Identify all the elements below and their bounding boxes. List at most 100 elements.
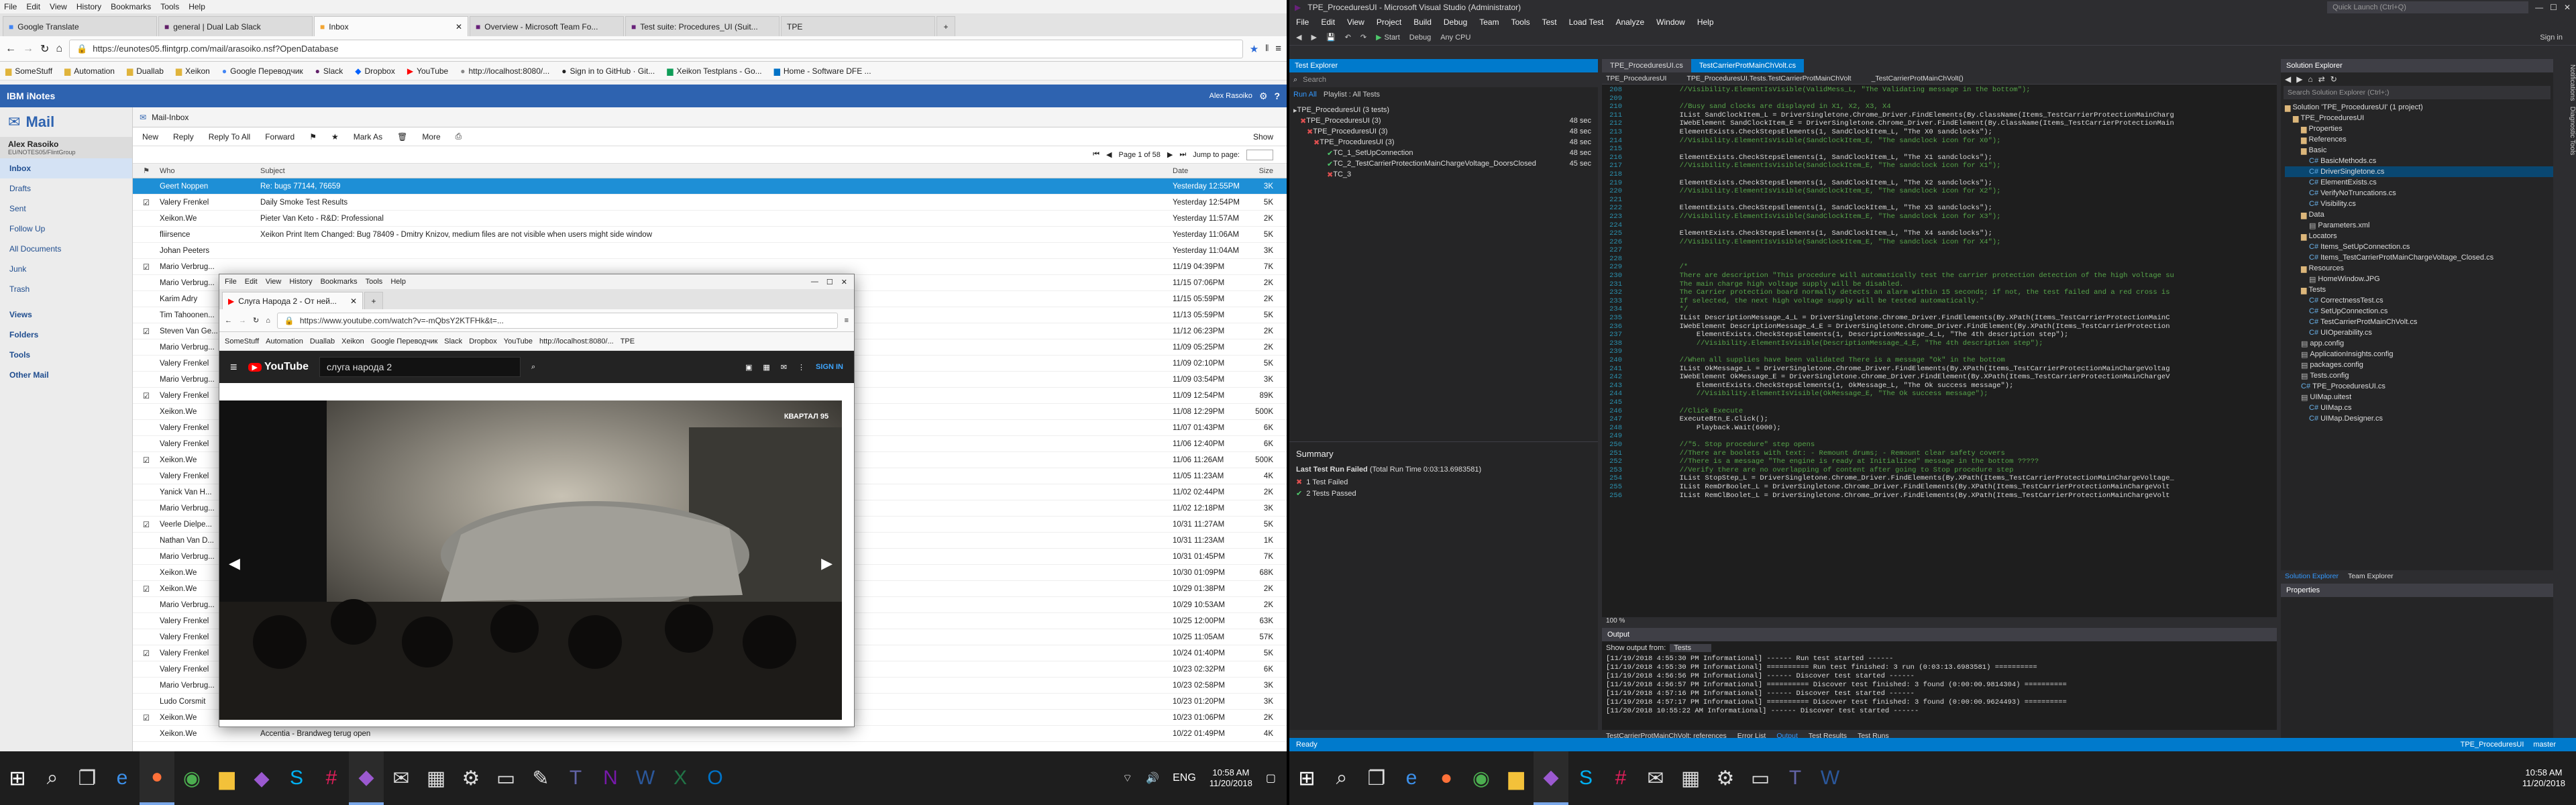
row-checkbox[interactable]: ☑ (133, 327, 160, 336)
back-icon[interactable]: ◀ (2285, 74, 2291, 84)
solution-tree-item[interactable]: ▤ app.config (2285, 338, 2553, 349)
windows-start-icon[interactable]: ⊞ (0, 751, 35, 805)
solution-tree-item[interactable]: C# UIOperability.cs (2285, 327, 2553, 338)
menu-help[interactable]: Help (189, 2, 205, 11)
doc-tab[interactable]: TPE_ProceduresUI.cs (1602, 59, 1691, 72)
video-camera-icon[interactable]: ▣ (745, 363, 752, 372)
solution-tree-item[interactable]: C# Items_SetUpConnection.cs (2285, 241, 2553, 252)
vs-menu-item[interactable]: Team (1479, 17, 1499, 27)
solution-tree-item[interactable]: ▆ References (2285, 134, 2553, 145)
slack-icon[interactable]: # (314, 751, 349, 805)
menu-bookmarks[interactable]: Bookmarks (321, 278, 358, 286)
word-icon[interactable]: W (628, 751, 663, 805)
test-group[interactable]: ✖ TPE_ProceduresUI (3) 48 sec (1293, 126, 1598, 137)
solution-tree-item[interactable]: C# TestCarrierProtMainChVolt.cs (2285, 317, 2553, 327)
solution-tree-item[interactable]: C# UIMap.Designer.cs (2285, 413, 2553, 424)
row-checkbox[interactable]: ☑ (133, 198, 160, 207)
settings-icon[interactable]: ⚙ (453, 751, 488, 805)
bookmark-item[interactable]: ● Sign in to GitHub · Git... (561, 66, 655, 76)
solution-search-input[interactable]: Search Solution Explorer (Ctrl+;) (2284, 86, 2551, 99)
library-icon[interactable]: ⫼ (1265, 44, 1269, 53)
home-icon[interactable]: ⌂ (56, 43, 62, 55)
col-date[interactable]: Date (1173, 167, 1246, 175)
test-item-passed[interactable]: ✔ TC_2_TestCarrierProtectionMainChargeVo… (1293, 158, 1598, 169)
menu-edit[interactable]: Edit (245, 278, 258, 286)
member-dropdown[interactable]: _TestCarrierProtMainChVolt() (1872, 74, 1964, 83)
row-checkbox[interactable]: ☑ (133, 391, 160, 400)
firefox-icon[interactable]: ● (140, 751, 174, 805)
nav-junk[interactable]: Junk (0, 259, 132, 279)
mail-row[interactable]: Johan Peeters Yesterday 11:04AM 3K (133, 243, 1287, 259)
vs-window-icon[interactable]: ◆ (349, 751, 384, 805)
volume-icon[interactable]: 🔊 (1146, 771, 1159, 785)
playlist-select[interactable]: Playlist : All Tests (1324, 91, 1380, 99)
menu-view[interactable]: View (266, 278, 282, 286)
video-player[interactable]: КВАРТАЛ 95 ◀ ▶ (219, 400, 842, 720)
prev-page-icon[interactable]: ◀ (1106, 150, 1112, 159)
col-who[interactable]: Who (160, 167, 260, 175)
onenote-icon[interactable]: N (593, 751, 628, 805)
minimize-icon[interactable]: — (811, 278, 818, 286)
bookmark-item[interactable]: Google Переводчик (371, 337, 438, 345)
bookmark-item[interactable]: YouTube (504, 337, 533, 345)
test-group[interactable]: ✖ TPE_ProceduresUI (3) 48 sec (1293, 115, 1598, 126)
menu-help[interactable]: Help (390, 278, 406, 286)
bookmark-item[interactable]: ● http://localhost:8080/... (460, 66, 549, 76)
back-icon[interactable]: ◀ (1296, 33, 1301, 42)
solution-tree-item[interactable]: ▆ Locators (2285, 231, 2553, 241)
nav-sent[interactable]: Sent (0, 199, 132, 219)
menu-icon[interactable]: ≡ (1275, 43, 1281, 54)
bookmark-item[interactable]: ▆ Automation (64, 66, 115, 76)
tab-solution-explorer[interactable]: Solution Explorer (2285, 572, 2339, 580)
reply-all-button[interactable]: Reply To All (209, 132, 250, 142)
home-icon[interactable]: ⌂ (266, 317, 270, 325)
search-icon[interactable]: ⌕ (531, 363, 535, 372)
teams-icon[interactable]: T (1778, 751, 1813, 805)
solution-tree-item[interactable]: ▆ Tests (2285, 284, 2553, 295)
explorer-icon[interactable]: ▆ (209, 751, 244, 805)
solution-tree-item[interactable]: ▆ Resources (2285, 263, 2553, 274)
branch-status[interactable]: master (2533, 741, 2556, 749)
show-button[interactable]: Show (1253, 132, 1273, 142)
solution-tree-item[interactable]: C# UIMap.cs (2285, 402, 2553, 413)
sync-icon[interactable]: ⇄ (2318, 74, 2325, 84)
quick-launch-input[interactable]: Quick Launch (Ctrl+Q) (2327, 1, 2529, 13)
print-icon[interactable]: ⎙ (455, 131, 462, 142)
mail-row[interactable]: Geert Noppen Re: bugs 77144, 76659 Yesterd… (133, 178, 1287, 195)
explorer-icon[interactable]: ▆ (1499, 751, 1534, 805)
reload-icon[interactable]: ↻ (40, 42, 49, 56)
youtube-signin-button[interactable]: SIGN IN (816, 363, 843, 371)
vs-menu-item[interactable]: Help (1697, 17, 1714, 27)
vs-menu-item[interactable]: Debug (1444, 17, 1467, 27)
reload-icon[interactable]: ↻ (253, 316, 259, 325)
back-icon[interactable]: ← (5, 43, 16, 55)
first-page-icon[interactable]: ⏮ (1093, 150, 1099, 159)
word-icon[interactable]: W (1813, 751, 1847, 805)
mail-icon[interactable]: ✉ (1638, 751, 1673, 805)
forward-icon[interactable]: ▶ (2296, 74, 2302, 84)
star-icon[interactable]: ★ (331, 132, 339, 142)
maximize-icon[interactable]: ☐ (2550, 3, 2557, 12)
mail-icon[interactable]: ✉ (384, 751, 419, 805)
vs-menu-item[interactable]: Project (1377, 17, 1401, 27)
menu-file[interactable]: File (4, 2, 17, 11)
forward-icon[interactable]: → (239, 317, 246, 325)
vs-menu-item[interactable]: Tools (1511, 17, 1530, 27)
vs-icon[interactable]: ◆ (244, 751, 279, 805)
project-status[interactable]: TPE_ProceduresUI (2461, 741, 2524, 749)
mail-row[interactable]: Xeikon.We Pieter Van Keto - R&D: Professi… (133, 211, 1287, 227)
solution-tree-item[interactable]: C# VerifyNoTruncations.cs (2285, 188, 2553, 199)
close-icon[interactable]: ✕ (841, 278, 847, 286)
nav-all-documents[interactable]: All Documents (0, 239, 132, 259)
bookmark-item[interactable]: ● Google Переводчик (222, 66, 303, 76)
task-view-icon[interactable]: ❐ (70, 751, 105, 805)
bookmark-item[interactable]: Xeikon (341, 337, 364, 345)
clock[interactable]: 10:58 AM 11/20/2018 (1210, 767, 1252, 789)
test-group[interactable]: ▸ TPE_ProceduresUI (3 tests) (1293, 105, 1598, 115)
menu-history[interactable]: History (76, 2, 101, 11)
user-box[interactable]: Alex Rasoiko EU/NOTES05/FlintGroup (0, 137, 132, 158)
code-lines[interactable]: 208 //Visibility.ElementIsVisible(ValidM… (1602, 85, 2277, 608)
windows-start-icon[interactable]: ⊞ (1289, 751, 1324, 805)
project-dropdown[interactable]: TPE_ProceduresUI (1606, 74, 1666, 83)
new-tab-button[interactable]: + (364, 292, 383, 309)
